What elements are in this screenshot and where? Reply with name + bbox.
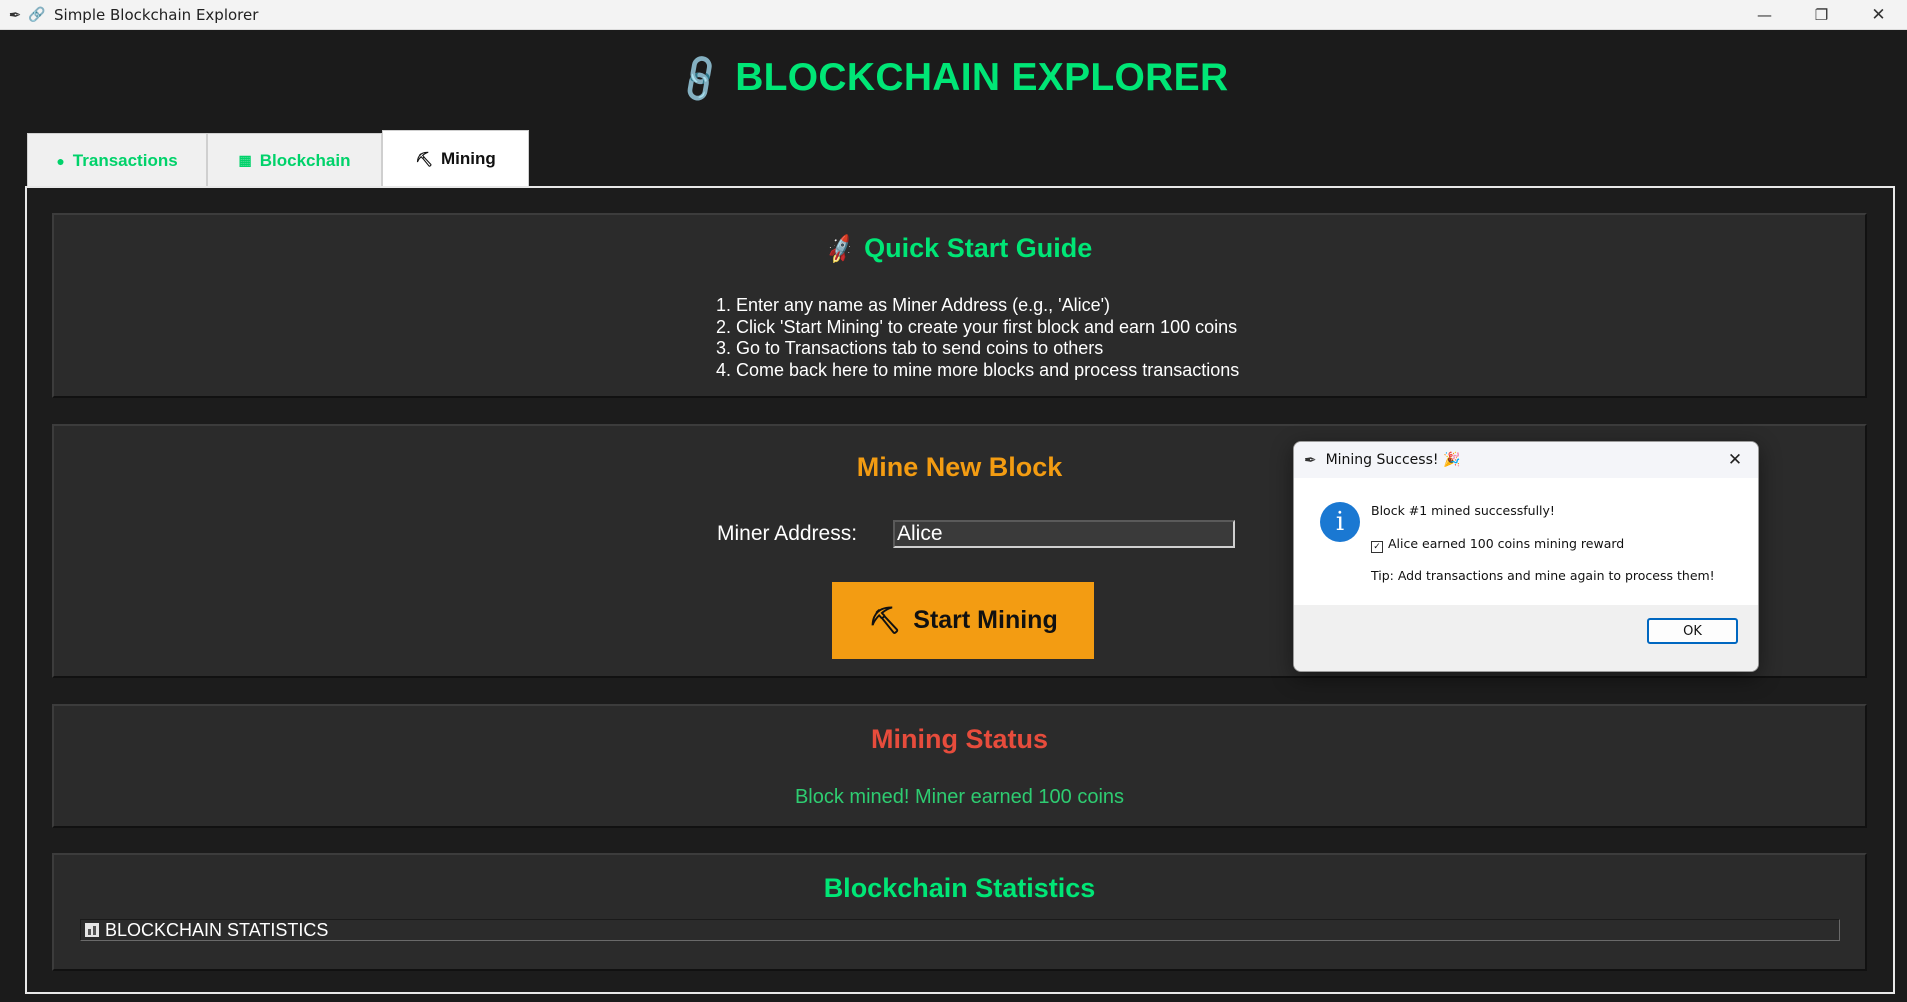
- tab-blockchain[interactable]: ▦ Blockchain: [207, 133, 382, 187]
- tab-label: Transactions: [72, 150, 178, 170]
- button-label: Start Mining: [913, 606, 1058, 634]
- blocks-icon: ▦: [238, 152, 252, 168]
- dialog-tip: Tip: Add transactions and mine again to …: [1371, 568, 1715, 583]
- guide-steps: 1. Enter any name as Miner Address (e.g.…: [716, 295, 1239, 381]
- dialog-body: i Block #1 mined successfully! ✓ Alice ea…: [1294, 478, 1758, 605]
- statistics-section: Blockchain Statistics BLOCKCHAIN STATIST…: [52, 853, 1867, 971]
- section-title: Blockchain Statistics: [823, 873, 1096, 903]
- tab-bar: ● Transactions ▦ Blockchain ⛏ Mining: [27, 130, 529, 187]
- dialog-footer: OK: [1294, 605, 1758, 671]
- tab-label: Mining: [441, 149, 496, 168]
- miner-address-label: Miner Address:: [717, 522, 858, 545]
- link-icon: 🔗: [671, 51, 729, 107]
- dialog-title: Mining Success! 🎉: [1325, 452, 1461, 468]
- window-title: Simple Blockchain Explorer: [54, 5, 259, 24]
- app-header: 🔗 BLOCKCHAIN EXPLORER: [0, 51, 1907, 107]
- rocket-icon: 🚀: [823, 233, 858, 266]
- guide-step: 2. Click 'Start Mining' to create your f…: [716, 316, 1238, 337]
- start-mining-button[interactable]: ⛏ Start Mining: [832, 582, 1094, 659]
- minimize-button[interactable]: —: [1736, 0, 1793, 29]
- miner-address-input[interactable]: [893, 520, 1235, 548]
- tab-transactions[interactable]: ● Transactions: [27, 133, 207, 187]
- dialog-message-line: Block #1 mined successfully!: [1371, 503, 1555, 518]
- reward-text: Alice earned 100 coins mining reward: [1388, 536, 1625, 551]
- tab-mining[interactable]: ⛏ Mining: [382, 130, 529, 187]
- window-titlebar: ✒ 🔗 Simple Blockchain Explorer — ❐ ✕: [0, 0, 1907, 30]
- guide-step: 1. Enter any name as Miner Address (e.g.…: [716, 295, 1111, 315]
- ok-button[interactable]: OK: [1647, 618, 1738, 644]
- bar-chart-icon: [85, 923, 99, 937]
- app-title: BLOCKCHAIN EXPLORER: [735, 56, 1229, 99]
- status-message: Block mined! Miner earned 100 coins: [794, 786, 1125, 808]
- pickaxe-icon: ⛏: [415, 150, 433, 167]
- guide-title: Quick Start Guide: [864, 233, 1093, 263]
- feather-icon: ✒: [8, 5, 22, 24]
- dialog-close-button[interactable]: ✕: [1722, 447, 1748, 473]
- guide-step: 4. Come back here to mine more blocks an…: [716, 359, 1240, 380]
- statistics-textbox[interactable]: BLOCKCHAIN STATISTICS: [80, 919, 1840, 941]
- checkbox-icon: ✓: [1371, 541, 1383, 553]
- maximize-button[interactable]: ❐: [1793, 0, 1850, 29]
- pickaxe-icon: ⛏: [868, 605, 902, 635]
- statistics-text: BLOCKCHAIN STATISTICS: [105, 920, 329, 940]
- link-icon: 🔗: [28, 6, 46, 23]
- mining-status-section: Mining Status Block mined! Miner earned …: [52, 704, 1867, 828]
- dialog-titlebar: ✒ Mining Success! 🎉: [1294, 442, 1758, 478]
- transactions-icon: ●: [56, 152, 65, 169]
- feather-icon: ✒: [1304, 451, 1317, 469]
- section-title: 🚀 Quick Start Guide: [54, 233, 1865, 266]
- dialog-message-line: ✓ Alice earned 100 coins mining reward: [1371, 536, 1624, 553]
- mining-success-dialog: ✒ Mining Success! 🎉 ✕ i Block #1 mined s…: [1293, 441, 1759, 672]
- quick-start-section: 🚀 Quick Start Guide 1. Enter any name as …: [52, 213, 1867, 398]
- tab-label: Blockchain: [259, 150, 351, 170]
- section-title: Mining Status: [871, 724, 1048, 754]
- info-icon: i: [1320, 502, 1360, 542]
- guide-step: 3. Go to Transactions tab to send coins …: [716, 338, 1104, 358]
- close-window-button[interactable]: ✕: [1850, 0, 1907, 29]
